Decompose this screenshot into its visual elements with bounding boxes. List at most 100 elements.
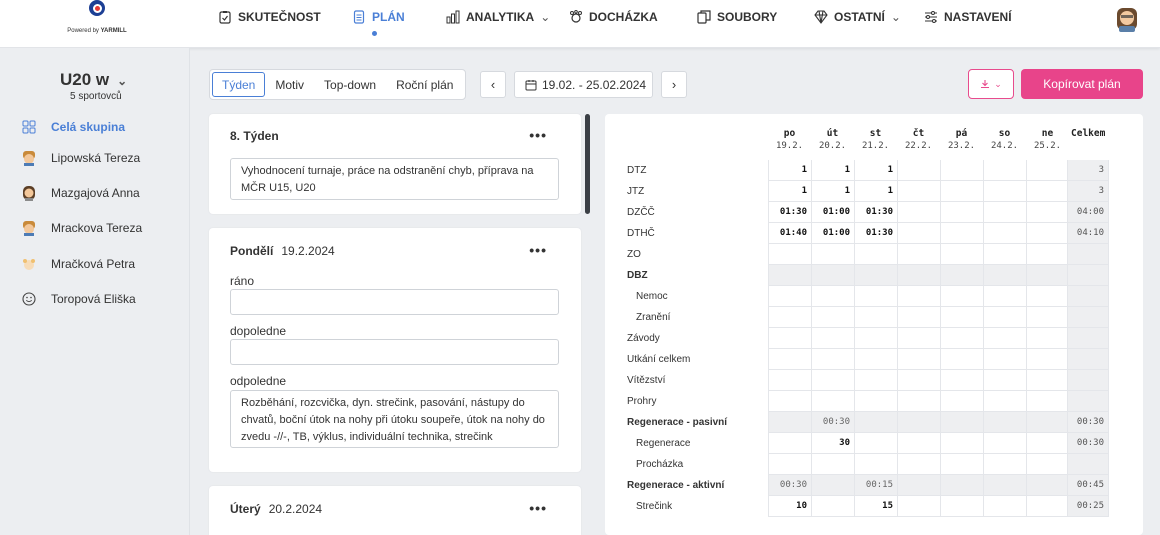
table-cell[interactable] xyxy=(1026,307,1069,328)
table-cell[interactable]: 1 xyxy=(854,160,897,181)
table-cell[interactable] xyxy=(897,454,940,475)
team-selector[interactable]: U20 w ⌄ xyxy=(60,70,127,90)
table-cell[interactable] xyxy=(768,265,811,286)
table-cell[interactable] xyxy=(768,328,811,349)
table-cell[interactable] xyxy=(1026,265,1069,286)
table-cell[interactable] xyxy=(983,475,1026,496)
next-week-button[interactable]: › xyxy=(661,71,687,98)
table-cell[interactable] xyxy=(811,370,854,391)
table-cell[interactable] xyxy=(1026,244,1069,265)
table-cell[interactable]: 00:15 xyxy=(854,475,897,496)
user-avatar[interactable] xyxy=(1115,6,1139,32)
table-cell[interactable] xyxy=(1026,160,1069,181)
table-cell[interactable] xyxy=(1026,223,1069,244)
table-cell[interactable] xyxy=(768,391,811,412)
nav-dochazka[interactable]: DOCHÁZKA xyxy=(569,10,658,24)
table-cell[interactable] xyxy=(854,328,897,349)
sidebar-item-athlete[interactable]: Mračková Petra xyxy=(20,255,135,272)
table-cell[interactable] xyxy=(854,391,897,412)
more-options-icon[interactable]: ••• xyxy=(529,242,547,258)
table-cell[interactable] xyxy=(897,307,940,328)
table-cell[interactable] xyxy=(897,265,940,286)
table-cell[interactable] xyxy=(940,286,983,307)
table-cell[interactable] xyxy=(897,433,940,454)
table-cell[interactable]: 10 xyxy=(768,496,811,517)
table-cell[interactable] xyxy=(983,496,1026,517)
table-cell[interactable] xyxy=(983,286,1026,307)
table-cell[interactable] xyxy=(768,244,811,265)
nav-soubory[interactable]: SOUBORY xyxy=(697,10,777,24)
table-cell[interactable] xyxy=(940,433,983,454)
tab-annual-plan[interactable]: Roční plán xyxy=(386,72,463,97)
table-cell[interactable] xyxy=(983,412,1026,433)
table-cell[interactable] xyxy=(940,454,983,475)
table-cell[interactable] xyxy=(897,160,940,181)
nav-ostatni[interactable]: OSTATNÍ ⌄ xyxy=(814,10,901,24)
table-cell[interactable] xyxy=(768,454,811,475)
download-button[interactable]: ⌄ xyxy=(968,69,1014,99)
sidebar-item-athlete[interactable]: Toropová Eliška xyxy=(20,290,136,307)
table-cell[interactable] xyxy=(811,454,854,475)
morning-field[interactable] xyxy=(230,289,559,315)
table-cell[interactable] xyxy=(983,244,1026,265)
forenoon-field[interactable] xyxy=(230,339,559,365)
table-cell[interactable] xyxy=(768,412,811,433)
table-cell[interactable] xyxy=(897,286,940,307)
table-cell[interactable]: 1 xyxy=(768,160,811,181)
table-cell[interactable] xyxy=(811,328,854,349)
table-cell[interactable] xyxy=(940,328,983,349)
table-cell[interactable]: 01:00 xyxy=(811,223,854,244)
table-cell[interactable] xyxy=(940,160,983,181)
table-cell[interactable] xyxy=(768,307,811,328)
table-cell[interactable] xyxy=(940,391,983,412)
table-cell[interactable]: 01:40 xyxy=(768,223,811,244)
table-cell[interactable] xyxy=(940,244,983,265)
table-cell[interactable] xyxy=(854,454,897,475)
table-cell[interactable]: 30 xyxy=(811,433,854,454)
table-cell[interactable] xyxy=(983,349,1026,370)
table-cell[interactable] xyxy=(1026,412,1069,433)
table-cell[interactable]: 15 xyxy=(854,496,897,517)
nav-plan[interactable]: PLÁN xyxy=(352,10,405,24)
table-cell[interactable] xyxy=(940,496,983,517)
table-cell[interactable]: 01:30 xyxy=(854,223,897,244)
table-cell[interactable] xyxy=(983,454,1026,475)
afternoon-field[interactable]: Rozběhání, rozcvička, dyn. strečink, pas… xyxy=(230,390,559,448)
table-cell[interactable] xyxy=(1026,286,1069,307)
week-note-field[interactable]: Vyhodnocení turnaje, práce na odstranění… xyxy=(230,158,559,200)
table-cell[interactable]: 01:30 xyxy=(768,202,811,223)
table-cell[interactable] xyxy=(1026,475,1069,496)
table-cell[interactable]: 1 xyxy=(811,181,854,202)
table-cell[interactable] xyxy=(940,475,983,496)
sidebar-item-athlete[interactable]: Lipowská Tereza xyxy=(20,149,140,166)
table-cell[interactable] xyxy=(854,433,897,454)
table-cell[interactable] xyxy=(897,496,940,517)
table-cell[interactable] xyxy=(854,370,897,391)
table-cell[interactable] xyxy=(854,412,897,433)
table-cell[interactable]: 1 xyxy=(768,181,811,202)
table-cell[interactable] xyxy=(983,391,1026,412)
tab-motive[interactable]: Motiv xyxy=(265,72,314,97)
table-cell[interactable] xyxy=(983,307,1026,328)
table-cell[interactable] xyxy=(1026,202,1069,223)
table-cell[interactable] xyxy=(854,244,897,265)
table-cell[interactable] xyxy=(1026,454,1069,475)
table-cell[interactable] xyxy=(768,286,811,307)
tab-top-down[interactable]: Top-down xyxy=(314,72,386,97)
table-cell[interactable] xyxy=(811,307,854,328)
table-cell[interactable] xyxy=(854,265,897,286)
table-cell[interactable] xyxy=(768,370,811,391)
sidebar-item-whole-group[interactable]: Celá skupina xyxy=(20,118,125,135)
table-cell[interactable] xyxy=(897,370,940,391)
table-cell[interactable] xyxy=(897,202,940,223)
table-cell[interactable] xyxy=(897,223,940,244)
table-cell[interactable] xyxy=(811,244,854,265)
scrollbar[interactable] xyxy=(585,114,590,214)
table-cell[interactable] xyxy=(811,286,854,307)
table-cell[interactable] xyxy=(983,370,1026,391)
table-cell[interactable]: 1 xyxy=(811,160,854,181)
table-cell[interactable] xyxy=(897,328,940,349)
table-cell[interactable] xyxy=(768,349,811,370)
table-cell[interactable] xyxy=(983,223,1026,244)
table-cell[interactable] xyxy=(983,181,1026,202)
